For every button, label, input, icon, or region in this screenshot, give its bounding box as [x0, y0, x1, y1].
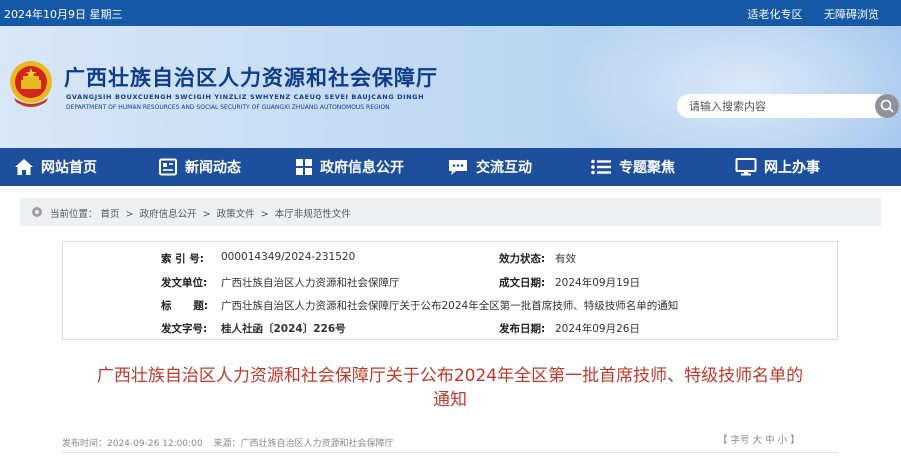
nav-item-gov-info[interactable]: 政府信息公开 — [295, 148, 404, 186]
breadcrumb-separator: > — [260, 209, 269, 220]
breadcrumb-separator: > — [125, 209, 134, 220]
article-title-line: 通知 — [433, 390, 467, 410]
nav-label: 网站首页 — [41, 160, 97, 176]
accessibility-link[interactable]: 无障碍浏览 — [824, 8, 879, 21]
index-label: 索 引 号: — [161, 253, 205, 265]
nav-item-interaction[interactable]: 交流互动 — [447, 148, 532, 186]
info-row: 发文单位: 广西壮族自治区人力资源和社会保障厅 成文日期: 2024年09月19… — [63, 275, 837, 293]
article-meta: 发布时间：2024-09-26 12:00:00 来源：广西壮族自治区人力资源和… — [62, 436, 401, 449]
breadcrumb-trail: 当前位置： 首页 > 政府信息公开 > 政策文件 > 本厅非规范性文件 — [50, 206, 351, 220]
nav-item-online-service[interactable]: 网上办事 — [735, 148, 820, 186]
created-date-value: 2024年09月19日 — [555, 277, 640, 289]
grid-icon — [296, 159, 312, 175]
published-date-value: 2024年09月26日 — [555, 323, 640, 335]
breadcrumb-home[interactable]: 首页 — [101, 209, 120, 220]
top-links: 适老化专区 无障碍浏览 — [730, 6, 880, 22]
breadcrumb-prefix: 当前位置： — [50, 209, 98, 220]
font-size-label: 【 字号 — [718, 435, 753, 446]
main-nav: 网站首页 新闻动态 政府信息公开 交流互动 专题聚焦 网上办事 — [0, 148, 901, 186]
doc-number-value: 桂人社函〔2024〕226号 — [221, 323, 346, 335]
breadcrumb-non-normative-docs[interactable]: 本厅非规范性文件 — [275, 209, 351, 220]
search-box — [677, 94, 899, 118]
issuer-value: 广西壮族自治区人力资源和社会保障厅 — [221, 277, 400, 289]
search-button[interactable] — [875, 94, 899, 118]
title-label: 标 题: — [161, 300, 209, 312]
published-date-label: 发布日期: — [499, 323, 546, 335]
nav-label: 专题聚焦 — [619, 160, 675, 176]
font-size-end: 】 — [790, 435, 800, 446]
nav-label: 政府信息公开 — [320, 160, 404, 176]
breadcrumb-policy-docs[interactable]: 政策文件 — [217, 209, 255, 220]
breadcrumb: 当前位置： 首页 > 政府信息公开 > 政策文件 > 本厅非规范性文件 — [20, 198, 881, 226]
font-size-small-button[interactable]: 小 — [778, 435, 788, 446]
location-icon — [32, 207, 42, 217]
doc-number-label: 发文字号: — [161, 323, 208, 335]
nav-item-home[interactable]: 网站首页 — [14, 148, 97, 186]
header-glow — [560, 26, 901, 148]
search-icon — [880, 99, 894, 113]
site-header: 广西壮族自治区人力资源和社会保障厅 GVANGJSIH BOUXCUENGH S… — [0, 26, 901, 148]
top-bar: 2024年10月9日 星期三 适老化专区 无障碍浏览 — [0, 0, 901, 26]
current-date: 2024年10月9日 星期三 — [4, 8, 123, 21]
font-size-medium-button[interactable]: 中 — [765, 435, 775, 446]
info-row: 索 引 号: 000014349/2024-231520 效力状态: 有效 — [63, 251, 837, 269]
info-row: 标 题: 广西壮族自治区人力资源和社会保障厅关于公布2024年全区第一批首席技师… — [63, 298, 837, 316]
validity-label: 效力状态: — [499, 253, 546, 265]
article-title-line: 广西壮族自治区人力资源和社会保障厅关于公布2024年全区第一批首席技师、特级技师… — [96, 366, 804, 386]
site-title[interactable]: 广西壮族自治区人力资源和社会保障厅 — [64, 62, 438, 92]
nav-item-topics[interactable]: 专题聚焦 — [590, 148, 675, 186]
breadcrumb-separator: > — [202, 209, 211, 220]
issuer-label: 发文单位: — [161, 277, 208, 289]
site-pinyin: GVANGJSIH BOUXCUENGH SWCIGIH YINZLIZ SWH… — [66, 93, 425, 101]
nav-label: 交流互动 — [476, 160, 532, 176]
meta-divider — [62, 452, 838, 453]
newspaper-icon — [159, 158, 177, 176]
monitor-icon — [735, 158, 757, 176]
list-icon — [591, 159, 611, 175]
publish-time: 发布时间：2024-09-26 12:00:00 — [62, 439, 203, 449]
article-title: 广西壮族自治区人力资源和社会保障厅关于公布2024年全区第一批首席技师、特级技师… — [40, 364, 860, 412]
search-input[interactable] — [689, 97, 867, 115]
chat-icon — [449, 160, 467, 175]
elderly-mode-link[interactable]: 适老化专区 — [748, 8, 803, 21]
national-emblem-icon — [10, 61, 52, 107]
validity-value: 有效 — [555, 253, 576, 265]
nav-label: 新闻动态 — [185, 160, 241, 176]
document-info-table: 索 引 号: 000014349/2024-231520 效力状态: 有效 发文… — [62, 241, 838, 340]
font-size-switcher: 【 字号 大 中 小 】 — [718, 432, 800, 446]
title-value: 广西壮族自治区人力资源和社会保障厅关于公布2024年全区第一批首席技师、特级技师… — [221, 300, 679, 312]
index-value: 000014349/2024-231520 — [221, 251, 356, 263]
article-source: 来源：广西壮族自治区人力资源和社会保障厅 — [213, 439, 394, 449]
created-date-label: 成文日期: — [499, 277, 546, 289]
site-english-name: DEPARTMENT OF HUMAN RESOURCES AND SOCIAL… — [66, 104, 390, 111]
nav-label: 网上办事 — [764, 160, 820, 176]
info-row: 发文字号: 桂人社函〔2024〕226号 发布日期: 2024年09月26日 — [63, 321, 837, 339]
nav-item-news[interactable]: 新闻动态 — [158, 148, 241, 186]
font-size-large-button[interactable]: 大 — [753, 435, 763, 446]
home-icon — [15, 159, 33, 175]
breadcrumb-gov-info[interactable]: 政府信息公开 — [140, 209, 197, 220]
